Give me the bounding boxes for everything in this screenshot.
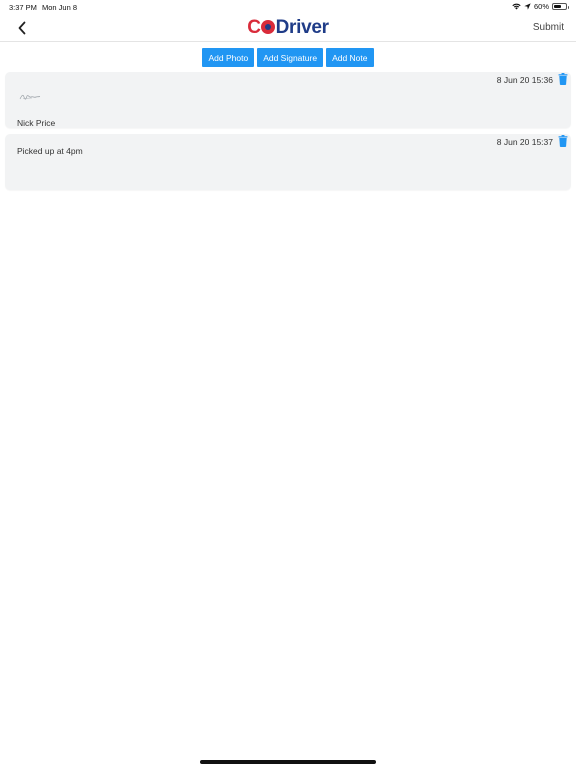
battery-percent: 60% bbox=[533, 2, 549, 11]
signer-name: Nick Price bbox=[17, 118, 56, 128]
trash-icon[interactable] bbox=[558, 135, 568, 147]
status-bar: 3:37 PM Mon Jun 8 60% bbox=[0, 0, 576, 14]
note-entry-card: 8 Jun 20 15:37 Picked up at 4pm bbox=[5, 134, 571, 190]
note-text: Picked up at 4pm bbox=[17, 146, 83, 156]
add-note-button[interactable]: Add Note bbox=[326, 48, 374, 67]
entry-timestamp: 8 Jun 20 15:36 bbox=[496, 75, 553, 85]
signature-image bbox=[19, 94, 41, 100]
status-time: 3:37 PM bbox=[9, 3, 37, 12]
app-logo: C Driver bbox=[0, 17, 576, 39]
battery-level bbox=[554, 5, 561, 8]
add-signature-button[interactable]: Add Signature bbox=[257, 48, 324, 67]
trash-icon[interactable] bbox=[558, 73, 568, 85]
entry-timestamp: 8 Jun 20 15:37 bbox=[496, 137, 553, 147]
logo-o-mark-icon bbox=[260, 20, 275, 34]
action-toolbar: Add Photo Add Signature Add Note bbox=[0, 48, 576, 67]
navigation-bar: C Driver Submit bbox=[0, 14, 576, 42]
wifi-icon bbox=[512, 3, 521, 10]
logo-wordmark: Driver bbox=[275, 17, 329, 38]
home-indicator[interactable] bbox=[200, 760, 376, 764]
signature-entry-card: 8 Jun 20 15:36 Nick Price bbox=[5, 72, 571, 128]
add-photo-button[interactable]: Add Photo bbox=[202, 48, 255, 67]
location-arrow-icon bbox=[524, 3, 531, 10]
submit-button[interactable]: Submit bbox=[533, 22, 564, 33]
battery-icon bbox=[552, 3, 569, 10]
status-date: Mon Jun 8 bbox=[42, 3, 78, 12]
logo-letter-c: C bbox=[247, 17, 261, 38]
status-indicators: 60% bbox=[512, 2, 569, 11]
